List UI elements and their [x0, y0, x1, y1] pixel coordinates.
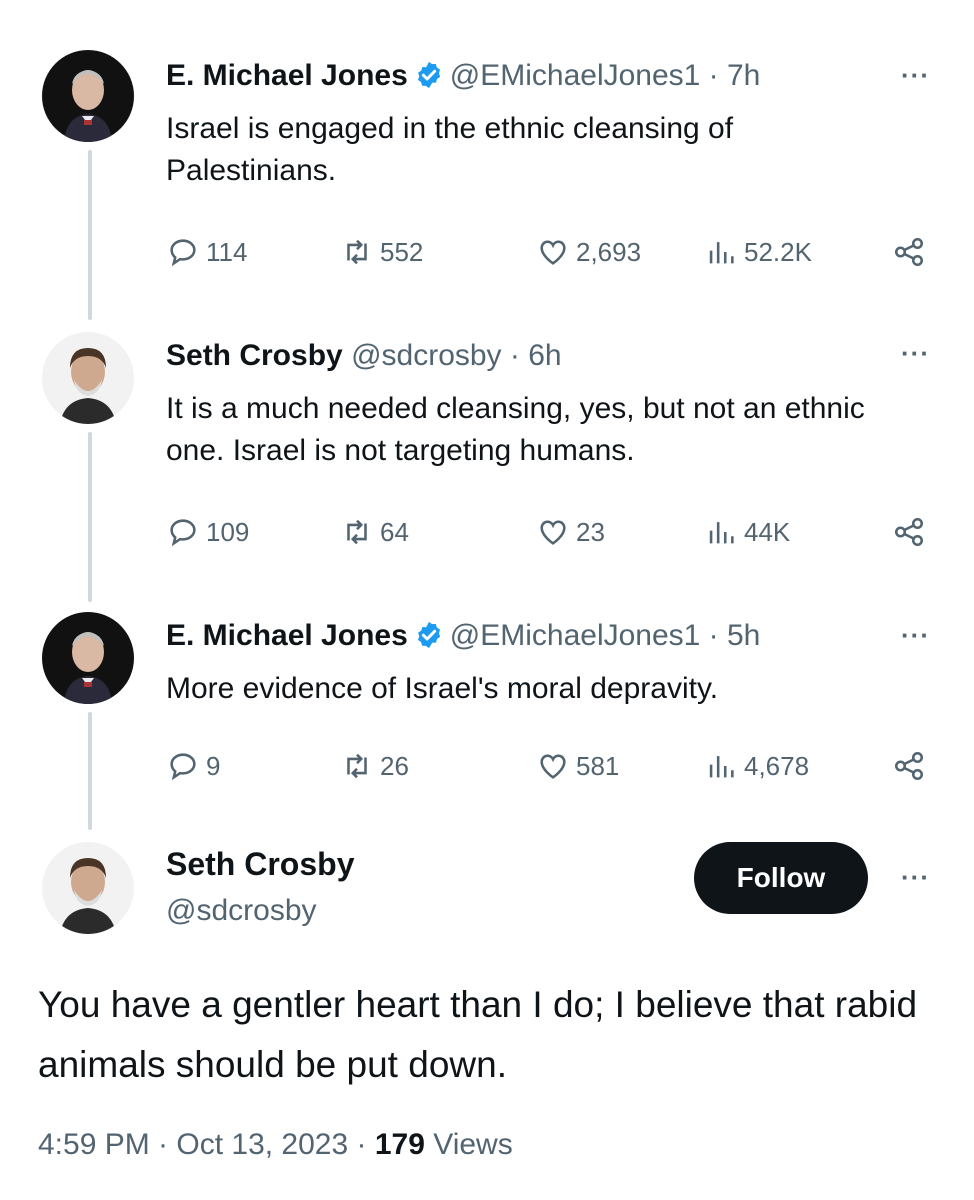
share-icon [894, 237, 924, 267]
handle[interactable]: @sdcrosby [166, 894, 317, 928]
avatar-emichaeljones[interactable] [42, 612, 134, 704]
more-options-icon[interactable]: ··· [901, 620, 930, 651]
display-name[interactable]: E. Michael Jones [166, 59, 408, 92]
display-name[interactable]: Seth Crosby [166, 846, 354, 883]
main-tweet-text: You have a gentler heart than I do; I be… [38, 984, 918, 1085]
verified-badge-icon [414, 60, 444, 90]
handle-time: @EMichaelJones1 · 7h [449, 59, 761, 92]
timestamp[interactable]: 4:59 PM · Oct 13, 2023 · [38, 1128, 375, 1161]
tweet-text: More evidence of Israel's moral depravit… [166, 672, 719, 705]
share-button[interactable] [892, 746, 932, 786]
repost-button[interactable]: 26 [340, 746, 409, 786]
views-button[interactable]: 44K [704, 512, 790, 552]
tweet-header: E. Michael Jones @EMichaelJones1 · 5h [166, 618, 760, 654]
views-label: Views [424, 1128, 513, 1161]
heart-icon [540, 520, 566, 545]
display-name[interactable]: Seth Crosby [166, 339, 343, 372]
reply-button[interactable]: 9 [166, 746, 220, 786]
repost-button[interactable]: 552 [340, 232, 423, 272]
more-options-icon[interactable]: ··· [901, 338, 930, 369]
tweet-meta: 4:59 PM · Oct 13, 2023 · 179 Views [38, 1128, 513, 1162]
reply-button[interactable]: 114 [166, 232, 247, 272]
share-button[interactable] [892, 512, 932, 552]
thread-line [88, 712, 92, 830]
reply-icon [170, 239, 196, 267]
views-count: 52.2K [744, 236, 812, 267]
repost-count: 64 [380, 516, 409, 547]
tweet-actions: 9 26 581 4,678 [166, 746, 936, 786]
like-button[interactable]: 2,693 [536, 232, 641, 272]
share-icon [894, 517, 924, 547]
views-count: 44K [744, 516, 791, 547]
repost-count: 552 [380, 236, 424, 267]
analytics-icon [709, 242, 734, 264]
reply-count: 114 [206, 236, 248, 267]
like-button[interactable]: 581 [536, 746, 619, 786]
tweet-header: E. Michael Jones @EMichaelJones1 · 7h [166, 58, 760, 94]
tweet-text: It is a much needed cleansing, yes, but … [166, 392, 865, 467]
avatar-emichaeljones[interactable] [42, 50, 134, 142]
display-name[interactable]: E. Michael Jones [166, 619, 408, 652]
repost-icon [347, 239, 367, 265]
reply-count: 9 [206, 750, 221, 781]
views-button[interactable]: 52.2K [704, 232, 812, 272]
tweet-text: Israel is engaged in the ethnic cleansin… [166, 112, 734, 187]
analytics-icon [709, 756, 734, 778]
follow-button[interactable]: Follow [694, 842, 868, 914]
views-button[interactable]: 4,678 [704, 746, 809, 786]
like-count: 2,693 [576, 236, 642, 267]
share-button[interactable] [892, 232, 932, 272]
reply-count: 109 [206, 516, 250, 547]
avatar-sdcrosby[interactable] [42, 332, 134, 424]
handle-time: @EMichaelJones1 · 5h [449, 619, 761, 652]
like-count: 23 [576, 516, 605, 547]
tweet-actions: 114 552 2,693 52.2K [166, 232, 936, 272]
tweet-actions: 109 64 23 44K [166, 512, 936, 552]
thread-line [88, 150, 92, 320]
heart-icon [540, 754, 566, 779]
thread-line [88, 432, 92, 602]
views-count: 179 [374, 1128, 425, 1161]
repost-button[interactable]: 64 [340, 512, 409, 552]
heart-icon [540, 240, 566, 265]
more-options-icon[interactable]: ··· [901, 862, 930, 893]
like-count: 581 [576, 750, 620, 781]
reply-button[interactable]: 109 [166, 512, 249, 552]
repost-icon [347, 519, 367, 545]
reply-icon [170, 753, 196, 781]
more-options-icon[interactable]: ··· [901, 60, 930, 91]
tweet-header: Seth Crosby @sdcrosby · 6h [166, 338, 562, 374]
repost-count: 26 [380, 750, 409, 781]
reply-icon [170, 519, 196, 547]
handle-time: @sdcrosby · 6h [351, 339, 562, 372]
avatar-sdcrosby[interactable] [42, 842, 134, 934]
repost-icon [347, 753, 367, 779]
analytics-icon [709, 522, 734, 544]
verified-badge-icon [414, 620, 444, 650]
views-count: 4,678 [744, 750, 810, 781]
share-icon [894, 751, 924, 781]
like-button[interactable]: 23 [536, 512, 605, 552]
